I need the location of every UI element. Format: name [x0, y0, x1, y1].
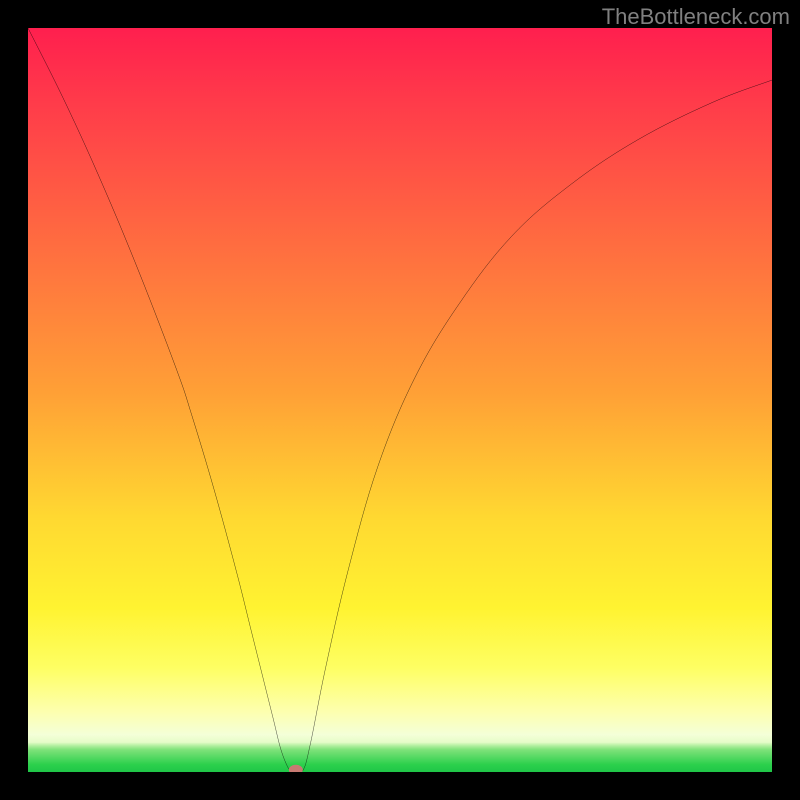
curve-layer: [28, 28, 772, 772]
plot-area: [28, 28, 772, 772]
chart-frame: TheBottleneck.com: [0, 0, 800, 800]
min-marker: [289, 765, 303, 772]
watermark-text: TheBottleneck.com: [602, 4, 790, 30]
bottleneck-curve: [28, 28, 772, 772]
